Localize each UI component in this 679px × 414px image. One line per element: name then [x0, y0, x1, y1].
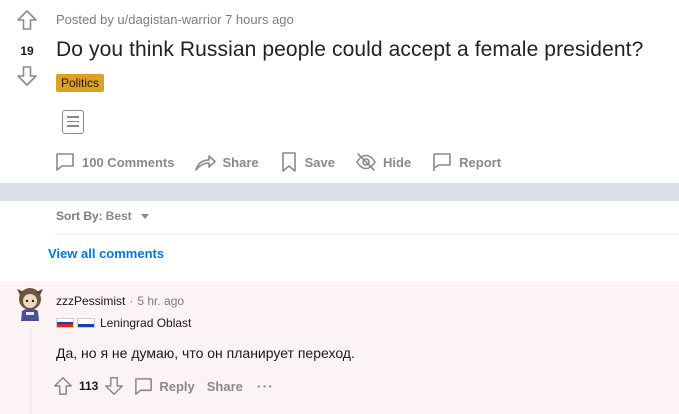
- post-title[interactable]: Do you think Russian people could accept…: [56, 38, 643, 62]
- divider: [54, 234, 679, 235]
- reply-label: Reply: [159, 378, 195, 394]
- flag-icon: [433, 153, 451, 171]
- comment-icon: [56, 153, 74, 171]
- report-button[interactable]: Report: [431, 151, 501, 173]
- hide-label: Hide: [383, 154, 412, 170]
- comment-body: Да, но я не думаю, что он планирует пере…: [56, 345, 355, 361]
- text-post-icon: [62, 110, 84, 134]
- post-actions: 100 Comments Share Save Hide Report: [54, 149, 521, 175]
- share-icon: [195, 155, 217, 171]
- post-meta[interactable]: Posted by u/dagistan-warrior 7 hours ago: [56, 12, 294, 27]
- russia-flag-icon: [56, 318, 74, 328]
- comment: zzzPessimist · 5 hr. ago Leningrad Oblast …: [0, 281, 679, 414]
- section-separator: [0, 183, 679, 201]
- hide-icon: [356, 153, 376, 171]
- avatar[interactable]: [14, 285, 46, 321]
- view-all-comments-link[interactable]: View all comments: [48, 246, 164, 261]
- comments-label: 100 Comments: [82, 154, 175, 170]
- user-flair-text: Leningrad Oblast: [100, 316, 192, 330]
- sort-dropdown[interactable]: Sort By: Best: [56, 207, 149, 225]
- sort-label: Sort By:: [56, 209, 103, 223]
- comment-actions: 113 Reply Share ···: [52, 374, 274, 398]
- post-vote-count: 19: [20, 44, 34, 58]
- bookmark-icon: [281, 152, 296, 172]
- upvote-icon[interactable]: [15, 8, 39, 34]
- comment-score: 113: [79, 379, 99, 393]
- thread-line[interactable]: [30, 327, 32, 414]
- sort-value: Best: [105, 209, 132, 223]
- meta-separator: ·: [129, 294, 134, 308]
- save-label: Save: [304, 154, 335, 170]
- post-card: 19 Posted by u/dagistan-warrior 7 hours …: [0, 0, 679, 183]
- comment-time[interactable]: 5 hr. ago: [137, 294, 184, 308]
- downvote-icon[interactable]: [103, 375, 125, 397]
- upvote-icon[interactable]: [52, 375, 74, 397]
- share-label: Share: [222, 154, 259, 170]
- comments-button[interactable]: 100 Comments: [54, 151, 174, 173]
- downvote-icon[interactable]: [15, 64, 39, 90]
- reply-button[interactable]: Reply: [133, 376, 195, 397]
- leningrad-oblast-flag-icon: [77, 318, 95, 328]
- post-flair[interactable]: Politics: [56, 74, 105, 92]
- user-flair: Leningrad Oblast: [56, 316, 191, 330]
- comment-meta: zzzPessimist · 5 hr. ago: [56, 294, 184, 308]
- comment-share-button[interactable]: Share: [207, 379, 243, 394]
- chevron-down-icon: [140, 213, 149, 219]
- report-label: Report: [459, 154, 502, 170]
- comment-icon: [135, 377, 153, 395]
- save-button[interactable]: Save: [279, 151, 335, 173]
- more-options-icon[interactable]: ···: [257, 378, 274, 394]
- share-button[interactable]: Share: [194, 151, 259, 173]
- hide-button[interactable]: Hide: [355, 151, 411, 173]
- comment-author[interactable]: zzzPessimist: [56, 294, 125, 308]
